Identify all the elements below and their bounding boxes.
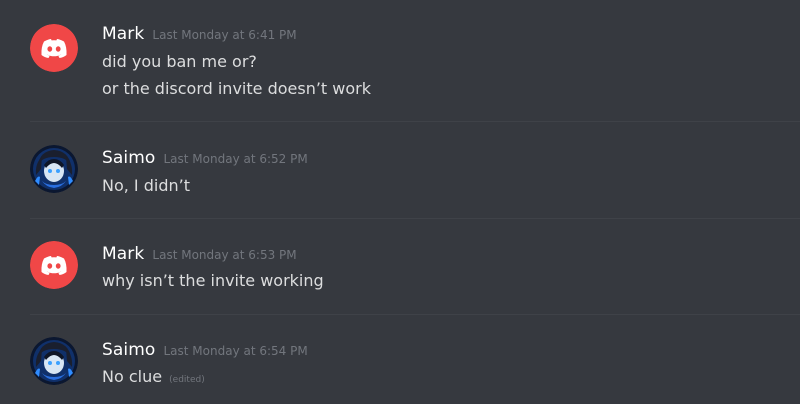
chat-messages: Mark Last Monday at 6:41 PM did you ban … (0, 0, 800, 404)
user-avatar[interactable] (30, 145, 78, 193)
message-text: No, I didn’t (102, 176, 190, 195)
timestamp[interactable]: Last Monday at 6:53 PM (152, 248, 296, 262)
username[interactable]: Saimo (102, 340, 155, 360)
message-text: or the discord invite doesn’t work (102, 79, 371, 98)
message-divider (30, 314, 800, 315)
timestamp[interactable]: Last Monday at 6:54 PM (164, 344, 308, 358)
username[interactable]: Mark (102, 244, 144, 264)
message-text-content: No clue (102, 367, 163, 386)
message-text: why isn’t the invite working (102, 271, 324, 290)
message-header: Mark Last Monday at 6:41 PM (102, 24, 297, 45)
timestamp[interactable]: Last Monday at 6:41 PM (152, 28, 296, 42)
timestamp[interactable]: Last Monday at 6:52 PM (164, 152, 308, 166)
message-text: did you ban me or? (102, 52, 257, 71)
message-divider (30, 218, 800, 219)
message-header: Mark Last Monday at 6:53 PM (102, 244, 297, 265)
message-header: Saimo Last Monday at 6:54 PM (102, 340, 308, 361)
message-divider (30, 121, 800, 122)
message-text: No clue (edited) (102, 367, 205, 390)
message-header: Saimo Last Monday at 6:52 PM (102, 148, 308, 169)
discord-logo-icon[interactable] (30, 241, 78, 289)
username[interactable]: Mark (102, 24, 144, 44)
edited-label: (edited) (169, 375, 205, 385)
username[interactable]: Saimo (102, 148, 155, 168)
user-avatar[interactable] (30, 337, 78, 385)
discord-logo-icon[interactable] (30, 24, 78, 72)
